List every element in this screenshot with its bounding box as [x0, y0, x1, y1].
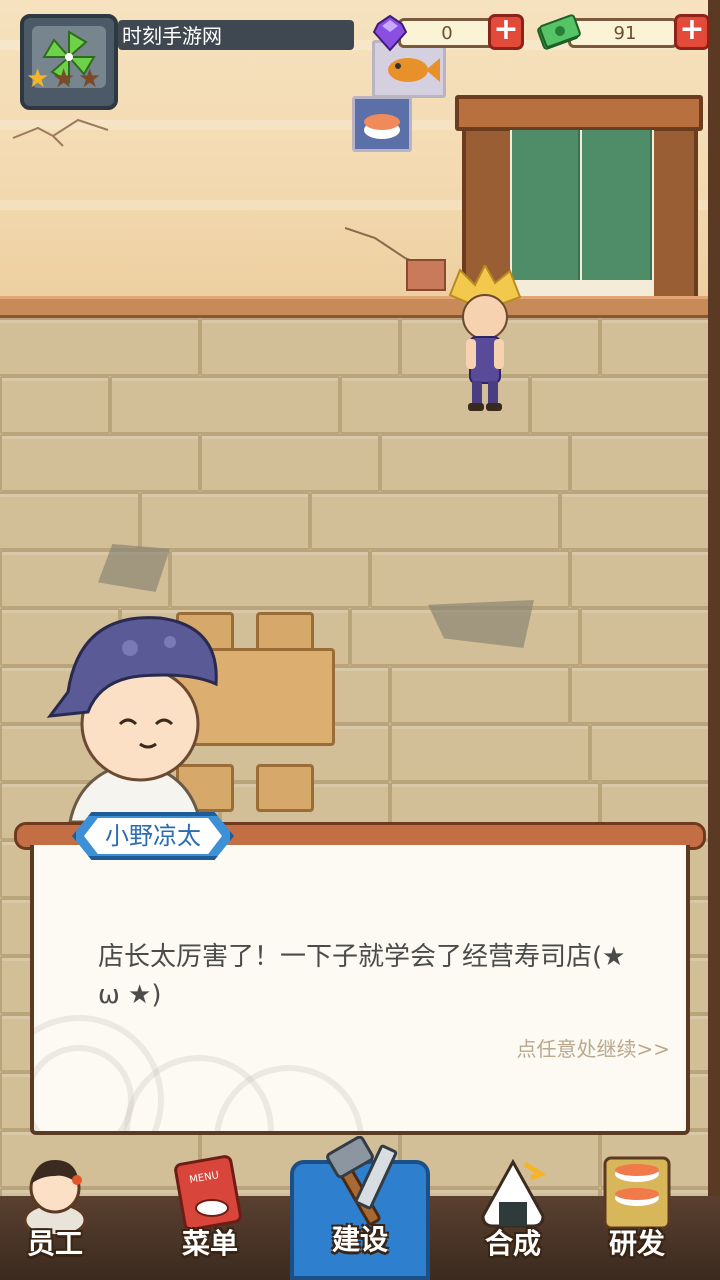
dialogue-text: 店长太厉害了！一下子就学会了经营寿司店(★ ω ★)	[98, 942, 626, 1010]
nav-label: 菜单	[181, 1227, 238, 1260]
player-avatar[interactable]	[20, 14, 118, 110]
onigiri-icon	[481, 1158, 547, 1228]
nav-build[interactable]: 建设	[290, 1136, 430, 1280]
noren-curtain-right	[582, 130, 652, 280]
nav-label: 建设	[331, 1223, 388, 1256]
nav-label: 研发	[608, 1227, 665, 1260]
gem-icon	[372, 14, 408, 52]
door-lintel	[455, 95, 703, 131]
worker-character[interactable]	[440, 265, 530, 415]
sushi-tray-icon	[603, 1156, 671, 1230]
cash-icon	[537, 14, 581, 50]
add-gems-button[interactable]: +	[488, 14, 524, 50]
player-name: 时刻手游网	[122, 24, 222, 48]
rating-star-empty-icon: ★	[78, 64, 102, 94]
rating-star-empty-icon: ★	[52, 64, 76, 94]
cash-count: 91	[613, 23, 637, 44]
menu-book-icon: MENU	[174, 1155, 242, 1231]
noren-curtain-left	[512, 130, 580, 280]
wall-crack	[12, 118, 109, 147]
continue-hint[interactable]: 点任意处继续>>	[470, 1036, 670, 1062]
nav-research[interactable]: 研发	[582, 1150, 692, 1280]
chair[interactable]	[256, 764, 314, 812]
speaker-name: 小野凉太	[105, 822, 201, 850]
staff-icon	[23, 1160, 87, 1234]
chef-character	[46, 616, 218, 824]
fish-icon	[388, 58, 440, 82]
gem-count: 0	[441, 23, 453, 44]
nav-menu[interactable]: MENU 菜单	[155, 1150, 265, 1280]
sushi-icon	[364, 114, 400, 139]
nav-label: 合成	[484, 1227, 541, 1260]
add-cash-button[interactable]: +	[674, 14, 710, 50]
nav-label: 员工	[26, 1227, 83, 1260]
baseboard	[0, 296, 720, 318]
right-edge-rail	[708, 0, 720, 1280]
nav-staff[interactable]: 员工	[0, 1150, 110, 1280]
game-screen[interactable]: ★ ★ ★ 时刻手游网 0 + 91 + 小野凉太 店长太厉害了！一下子就学会了…	[0, 0, 720, 1280]
rating-star-filled-icon: ★	[26, 64, 50, 94]
nav-combine[interactable]: 合成	[458, 1150, 568, 1280]
hammer-saw-icon	[326, 1136, 398, 1226]
